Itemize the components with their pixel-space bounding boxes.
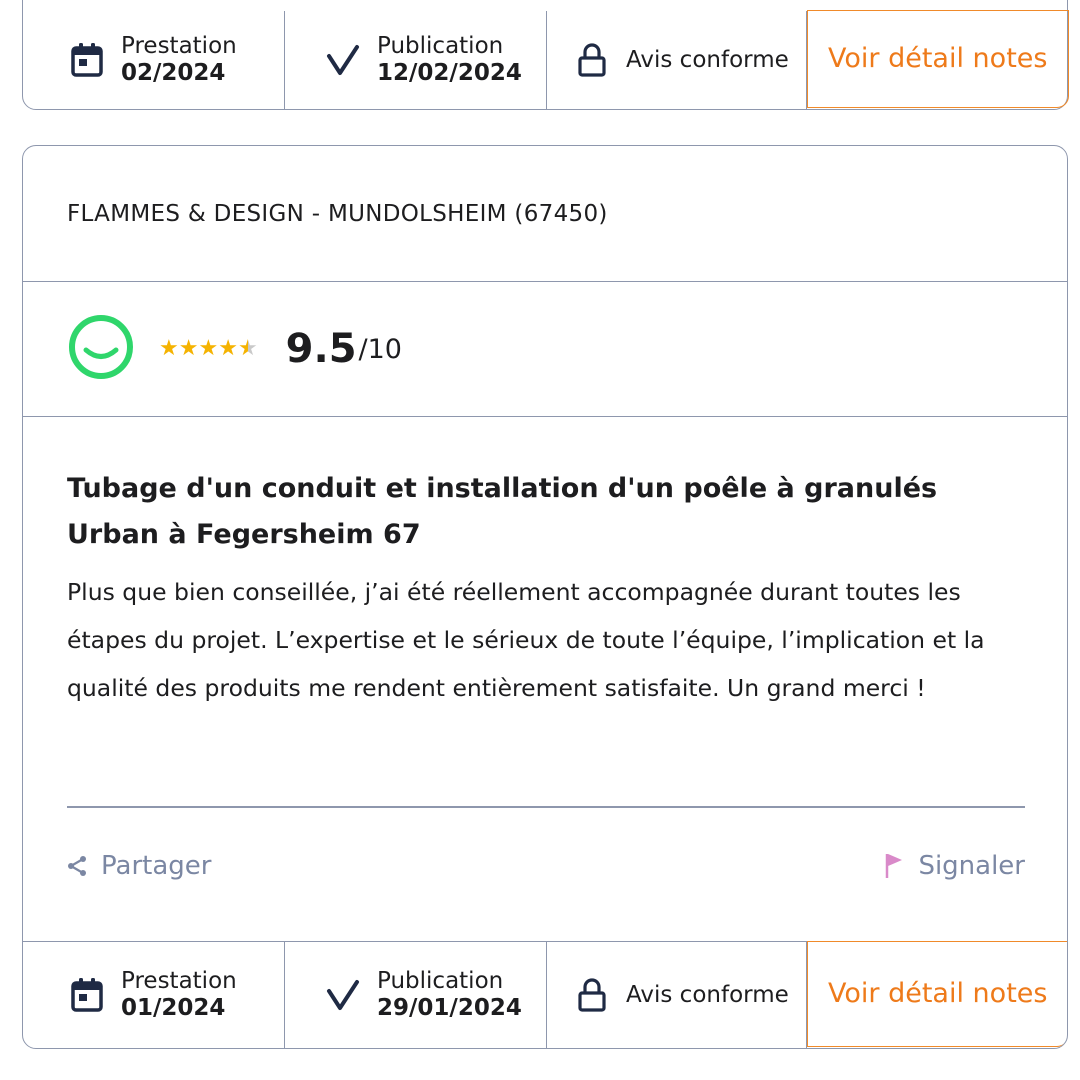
review-body: Plus que bien conseillée, j’ai été réell… [67, 578, 985, 702]
rating-row: ★ ★ ★ ★ ★ 9.5 /10 [23, 282, 1067, 417]
prestation-value: 01/2024 [121, 995, 226, 1021]
check-icon [323, 975, 363, 1015]
share-label: Partager [101, 851, 212, 881]
report-label: Signaler [918, 851, 1025, 881]
voir-detail-notes-button[interactable]: Voir détail notes [807, 940, 1067, 1047]
flag-icon [884, 852, 904, 880]
star-icon: ★ [159, 336, 179, 361]
voir-detail-notes-label: Voir détail notes [828, 43, 1048, 74]
publication-cell: Publication 12/02/2024 [285, 11, 547, 109]
voir-detail-notes-button[interactable]: Voir détail notes [807, 9, 1069, 108]
star-rating: ★ ★ ★ ★ ★ [159, 338, 258, 360]
star-half-icon: ★ [237, 336, 258, 361]
check-icon [323, 40, 363, 80]
company-row: FLAMMES & DESIGN - MUNDOLSHEIM (67450) [23, 146, 1067, 282]
prestation-label: Prestation [121, 33, 237, 59]
publication-label: Publication [377, 33, 504, 59]
prestation-value: 02/2024 [121, 60, 226, 86]
avis-conforme-label: Avis conforme [626, 982, 789, 1008]
review-footer-bar: Prestation 01/2024 Publication 29/01/202… [23, 940, 1067, 1048]
publication-label: Publication [377, 968, 504, 994]
share-icon [67, 855, 87, 877]
review-footer-bar: Prestation 02/2024 Publication 12/02/202… [23, 9, 1069, 109]
score-value: 9.5 [285, 326, 357, 372]
lock-icon [572, 975, 612, 1015]
avis-conforme-cell: Avis conforme [547, 942, 807, 1048]
review-content: Tubage d'un conduit et installation d'un… [67, 466, 1025, 712]
smiley-icon [67, 313, 135, 385]
calendar-icon [67, 975, 107, 1015]
share-button[interactable]: Partager [67, 851, 211, 881]
review-title: Tubage d'un conduit et installation d'un… [67, 473, 938, 550]
report-button[interactable]: Signaler [884, 851, 1025, 881]
calendar-icon [67, 40, 107, 80]
divider [67, 806, 1025, 808]
publication-value: 12/02/2024 [377, 60, 522, 86]
voir-detail-notes-label: Voir détail notes [828, 978, 1048, 1009]
prestation-label: Prestation [121, 968, 237, 994]
lock-icon [572, 40, 612, 80]
avis-conforme-cell: Avis conforme [547, 11, 807, 109]
publication-cell: Publication 29/01/2024 [285, 942, 547, 1048]
publication-value: 29/01/2024 [377, 995, 522, 1021]
star-icon: ★ [178, 336, 199, 361]
avis-conforme-label: Avis conforme [626, 47, 789, 73]
score-max: /10 [358, 333, 402, 365]
star-icon: ★ [218, 336, 238, 361]
review-actions: Partager Signaler [67, 836, 1025, 896]
review-card-previous: Prestation 02/2024 Publication 12/02/202… [22, 0, 1069, 110]
prestation-cell: Prestation 02/2024 [23, 11, 285, 109]
review-card: FLAMMES & DESIGN - MUNDOLSHEIM (67450) ★… [22, 145, 1068, 1049]
company-name: FLAMMES & DESIGN - MUNDOLSHEIM (67450) [67, 200, 608, 227]
prestation-cell: Prestation 01/2024 [23, 942, 285, 1048]
star-icon: ★ [198, 336, 219, 361]
